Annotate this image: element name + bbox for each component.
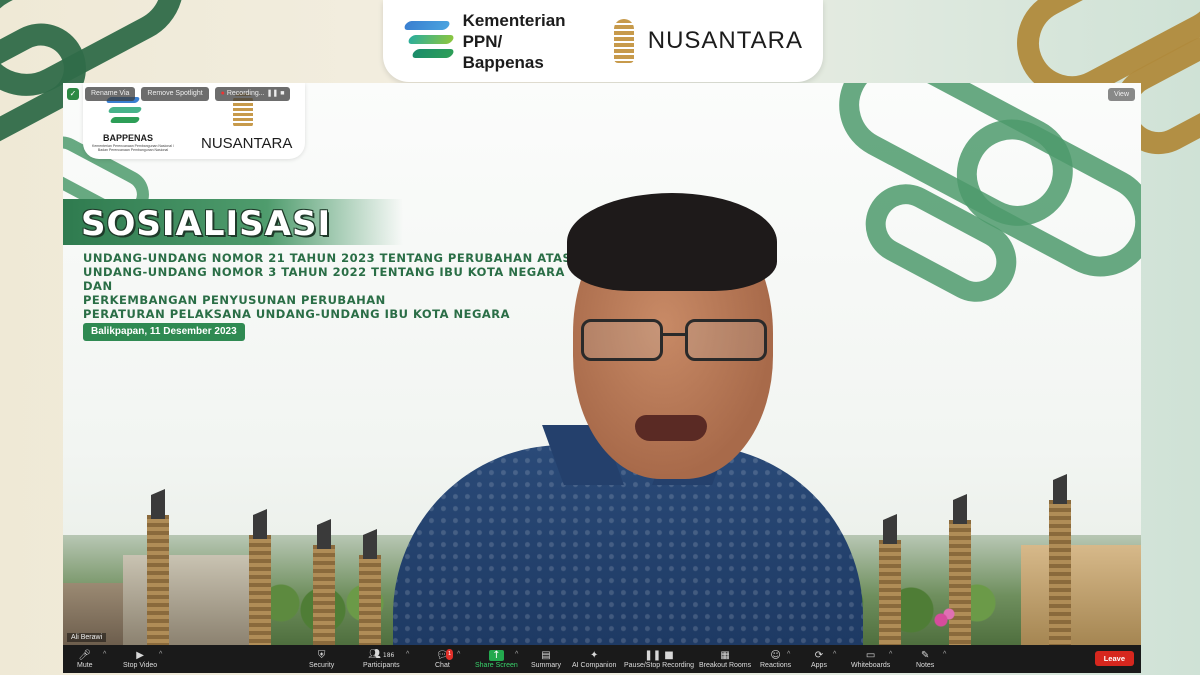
reactions-label: Reactions — [760, 661, 792, 669]
recording-indicator[interactable]: ● Recording... ❚❚ ■ — [214, 87, 291, 101]
smiley-icon: ☺ — [770, 649, 781, 661]
architecture-pillar — [359, 555, 381, 645]
whiteboard-icon: ▭ — [865, 649, 876, 661]
video-camera-icon: ▶ — [136, 649, 144, 661]
ai-companion-label: AI Companion — [572, 661, 617, 669]
ai-companion-button[interactable]: ✦ AI Companion — [572, 646, 616, 672]
recording-label: Recording... — [226, 90, 265, 97]
stop-icon[interactable]: ■ — [280, 90, 284, 97]
sparkle-icon: ✦ — [589, 649, 599, 661]
chat-badge: 1 — [446, 648, 454, 660]
architecture-pillar — [879, 540, 901, 645]
chevron-up-icon[interactable]: ^ — [787, 651, 790, 658]
apps-label: Apps — [811, 661, 827, 669]
view-button[interactable]: View — [1107, 88, 1135, 101]
chevron-up-icon[interactable]: ^ — [159, 651, 162, 658]
chat-label: Chat — [435, 661, 450, 669]
building — [1021, 545, 1141, 645]
microphone-icon: 🎤︎ — [78, 649, 92, 661]
people-icon: 👥︎ 186 — [368, 649, 395, 660]
slide-subtitle-line: DAN — [83, 279, 113, 293]
shield-icon[interactable]: ✓ — [67, 88, 79, 100]
participant-name-tag: Ali Berawi — [67, 633, 107, 642]
building — [123, 555, 263, 645]
stop-video-label: Stop Video — [123, 661, 158, 669]
top-logo-banner: Kementerian PPN/ Bappenas NUSANTARA — [383, 0, 823, 82]
summary-button[interactable]: ▤ Summary — [531, 646, 561, 672]
bappenas-logo-icon — [402, 15, 456, 67]
notes-icon: ✎ — [920, 649, 930, 661]
slide-bappenas-subtitle: Kementerian Perencanaan Pembangunan Nasi… — [92, 144, 174, 152]
grid-icon: ▦ — [720, 649, 730, 661]
brand-line1: Kementerian PPN/ — [462, 10, 566, 51]
chevron-up-icon[interactable]: ^ — [103, 651, 106, 658]
apps-button[interactable]: ⟳ Apps — [811, 646, 827, 672]
architecture-pillar — [249, 535, 271, 645]
chevron-up-icon[interactable]: ^ — [889, 651, 892, 658]
architecture-pillar — [313, 545, 335, 645]
chevron-up-icon[interactable]: ^ — [943, 651, 946, 658]
presenter-shirt — [393, 445, 863, 645]
bappenas-brand-text: Kementerian PPN/ Bappenas — [463, 10, 583, 73]
architecture-pillar — [1049, 500, 1071, 645]
chevron-up-icon[interactable]: ^ — [515, 651, 518, 658]
security-button[interactable]: ⛨ Security — [309, 646, 334, 672]
pause-icon[interactable]: ❚❚ — [267, 90, 279, 97]
mute-button[interactable]: 🎤︎ Mute — [77, 646, 93, 672]
date-badge: Balikpapan, 11 Desember 2023 — [83, 323, 245, 341]
shared-screen: BAPPENAS Kementerian Perencanaan Pembang… — [63, 83, 1141, 645]
meeting-toolbar: 🎤︎ Mute ^ ▶ Stop Video ^ ⛨ Security 👥︎ 18… — [63, 645, 1141, 673]
mute-label: Mute — [77, 661, 93, 669]
rename-button[interactable]: Rename Via — [85, 87, 136, 101]
nusantara-logo-icon — [606, 15, 635, 67]
chevron-up-icon[interactable]: ^ — [833, 651, 836, 658]
participant-count: 186 — [382, 652, 395, 659]
share-screen-button[interactable]: ↑ Share Screen — [475, 646, 518, 672]
pause-stop-recording-button[interactable]: ❚❚ ■ Pause/Stop Recording — [624, 646, 694, 672]
chat-button[interactable]: 💬︎ 1 Chat — [435, 646, 454, 672]
participants-button[interactable]: 👥︎ 186 Participants — [363, 646, 400, 672]
notes-label: Notes — [916, 661, 935, 669]
presenter-glasses — [581, 319, 769, 363]
architecture-pillar — [147, 515, 169, 645]
chevron-up-icon[interactable]: ^ — [457, 651, 460, 658]
slide-subtitle-line: PERKEMBANGAN PENYUSUNAN PERUBAHAN — [83, 293, 386, 307]
remove-spotlight-button[interactable]: Remove Spotlight — [141, 87, 209, 101]
notes-button[interactable]: ✎ Notes — [916, 646, 934, 672]
chat-bubble-icon: 💬︎ 1 — [436, 648, 454, 661]
share-screen-label: Share Screen — [475, 661, 518, 669]
breakout-rooms-button[interactable]: ▦ Breakout Rooms — [699, 646, 751, 672]
bougainvillea — [921, 605, 961, 635]
brand-line2: Bappenas — [462, 52, 544, 72]
presenter-hair — [567, 193, 777, 291]
reactions-button[interactable]: ☺ Reactions — [760, 646, 791, 672]
presenter-video — [393, 193, 863, 645]
nusantara-wordmark: NUSANTARA — [647, 27, 803, 54]
whiteboards-label: Whiteboards — [851, 661, 891, 669]
participants-label: Participants — [363, 662, 400, 669]
shield-icon: ⛨ — [317, 649, 326, 661]
leave-button[interactable]: Leave — [1094, 651, 1134, 666]
breakout-label: Breakout Rooms — [699, 661, 752, 669]
pause-stop-icon: ❚❚ ■ — [644, 649, 674, 661]
document-icon: ▤ — [541, 649, 551, 661]
share-screen-icon: ↑ — [489, 649, 504, 661]
slide-bappenas-name: BAPPENAS — [103, 133, 154, 143]
summary-label: Summary — [531, 661, 561, 669]
whiteboards-button[interactable]: ▭ Whiteboards — [851, 646, 890, 672]
zoom-top-controls: ✓ Rename Via Remove Spotlight ● Recordin… — [67, 87, 291, 101]
presenter-mouth — [635, 415, 707, 441]
apps-icon: ⟳ — [814, 649, 824, 661]
slide-title: SOSIALISASI — [81, 204, 332, 244]
stop-video-button[interactable]: ▶ Stop Video — [123, 646, 157, 672]
chevron-up-icon[interactable]: ^ — [406, 651, 409, 658]
security-label: Security — [309, 661, 335, 669]
recording-label: Pause/Stop Recording — [624, 661, 695, 669]
slide-nusantara-wordmark: NUSANTARA — [201, 135, 293, 152]
